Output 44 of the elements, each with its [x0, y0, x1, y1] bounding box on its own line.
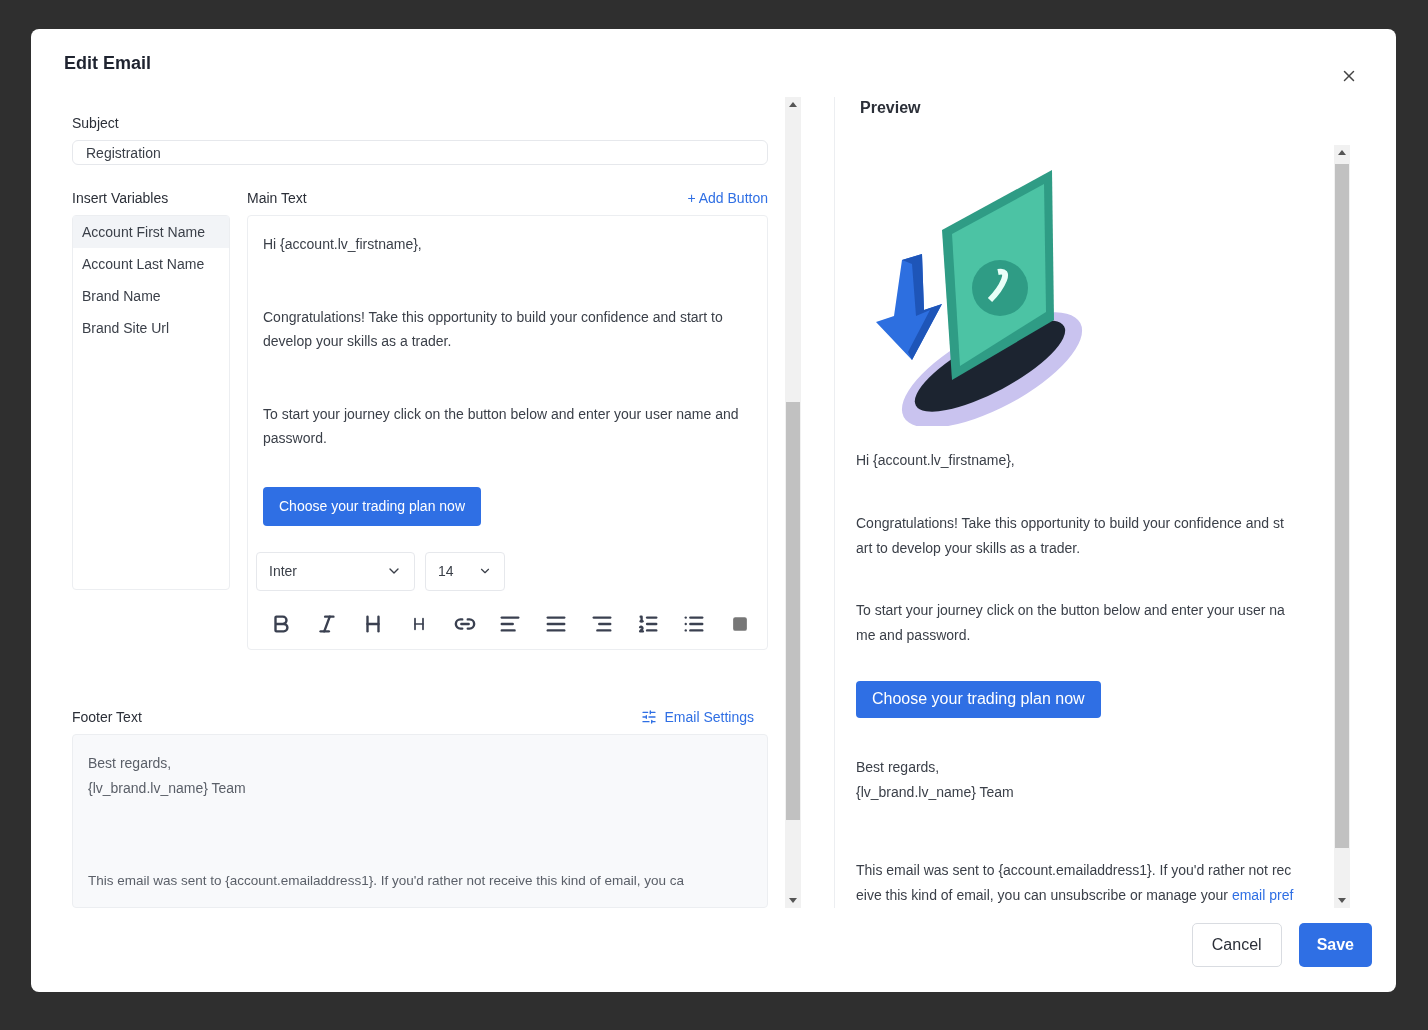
preview-scrollbar[interactable]	[1334, 145, 1350, 908]
main-text-label: Main Text	[247, 190, 307, 206]
subject-field[interactable]: Registration	[72, 140, 768, 165]
preview-signoff-line: Best regards,	[856, 757, 941, 777]
cta-button[interactable]: Choose your trading plan now	[263, 486, 481, 526]
subject-label: Subject	[72, 115, 120, 131]
add-button-link[interactable]: + Add Button	[687, 190, 768, 206]
settings-icon	[640, 709, 657, 725]
variable-item[interactable]: Account Last Name	[73, 248, 229, 280]
editor-paragraph: To start your journey click on the button below and enter your user name and password.	[263, 404, 740, 448]
scroll-up-icon[interactable]	[1338, 150, 1346, 155]
main-text-editor[interactable]	[247, 215, 768, 650]
preview-signoff-line: {lv_brand.lv_name} Team	[856, 782, 1015, 802]
preview-title: Preview	[860, 99, 922, 118]
editor-paragraph: Hi {account.lv_firstname},	[263, 235, 423, 254]
footer-notice: This email was sent to {account.emailaddress1}. If you'd rather not receive this kind of email, you ca	[88, 872, 686, 890]
variable-item[interactable]: Brand Site Url	[73, 312, 229, 344]
footer-text-editor[interactable]: Best regards, {lv_brand.lv_name} Team This email was sent to {account.emailaddress1}. If you'd rather not receive this kind of email, you ca	[72, 734, 768, 908]
footer-line: Best regards,	[88, 754, 173, 773]
preview-text-line: Congratulations! Take this opportunity to build your confidence and st	[856, 514, 1285, 533]
editor-paragraph: Congratulations! Take this opportunity to build your confidence and start to develop your skills as a trader.	[263, 307, 724, 351]
size-select[interactable]: 14	[425, 551, 505, 591]
scroll-down-icon[interactable]	[789, 898, 797, 903]
preview-notice-line: eive this kind of email, you can unsubscribe or manage your email pref	[856, 886, 1295, 905]
font-select[interactable]: Inter	[256, 551, 415, 591]
scrollbar[interactable]	[785, 97, 801, 908]
email-preferences-link[interactable]: email pref	[1231, 887, 1294, 903]
preview-greeting: Hi {account.lv_firstname},	[856, 451, 1016, 470]
scroll-up-icon[interactable]	[789, 102, 797, 107]
preview-text-line: To start your journey click on the button below and enter your user na	[856, 601, 1286, 620]
preview-text-line: me and password.	[856, 626, 972, 645]
scroll-down-icon[interactable]	[1338, 898, 1346, 903]
preview-notice-line: This email was sent to {account.emailaddress1}. If you'd rather not rec	[856, 861, 1293, 880]
variables-label: Insert Variables	[72, 190, 169, 206]
email-settings-link[interactable]: Email Settings	[640, 709, 754, 725]
footer-text-label: Footer Text	[72, 709, 142, 725]
preview-cta-button[interactable]: Choose your trading plan now	[856, 681, 1101, 718]
preview-text-line: art to develop your skills as a trader.	[856, 539, 1082, 558]
footer-line: {lv_brand.lv_name} Team	[88, 779, 247, 798]
variable-item[interactable]: Account First Name	[73, 216, 229, 248]
save-button[interactable]: Save	[1298, 923, 1372, 967]
variable-item[interactable]: Brand Name	[73, 280, 229, 312]
cancel-button[interactable]: Cancel	[1191, 923, 1282, 967]
dialog-title: Edit Email	[64, 53, 152, 74]
